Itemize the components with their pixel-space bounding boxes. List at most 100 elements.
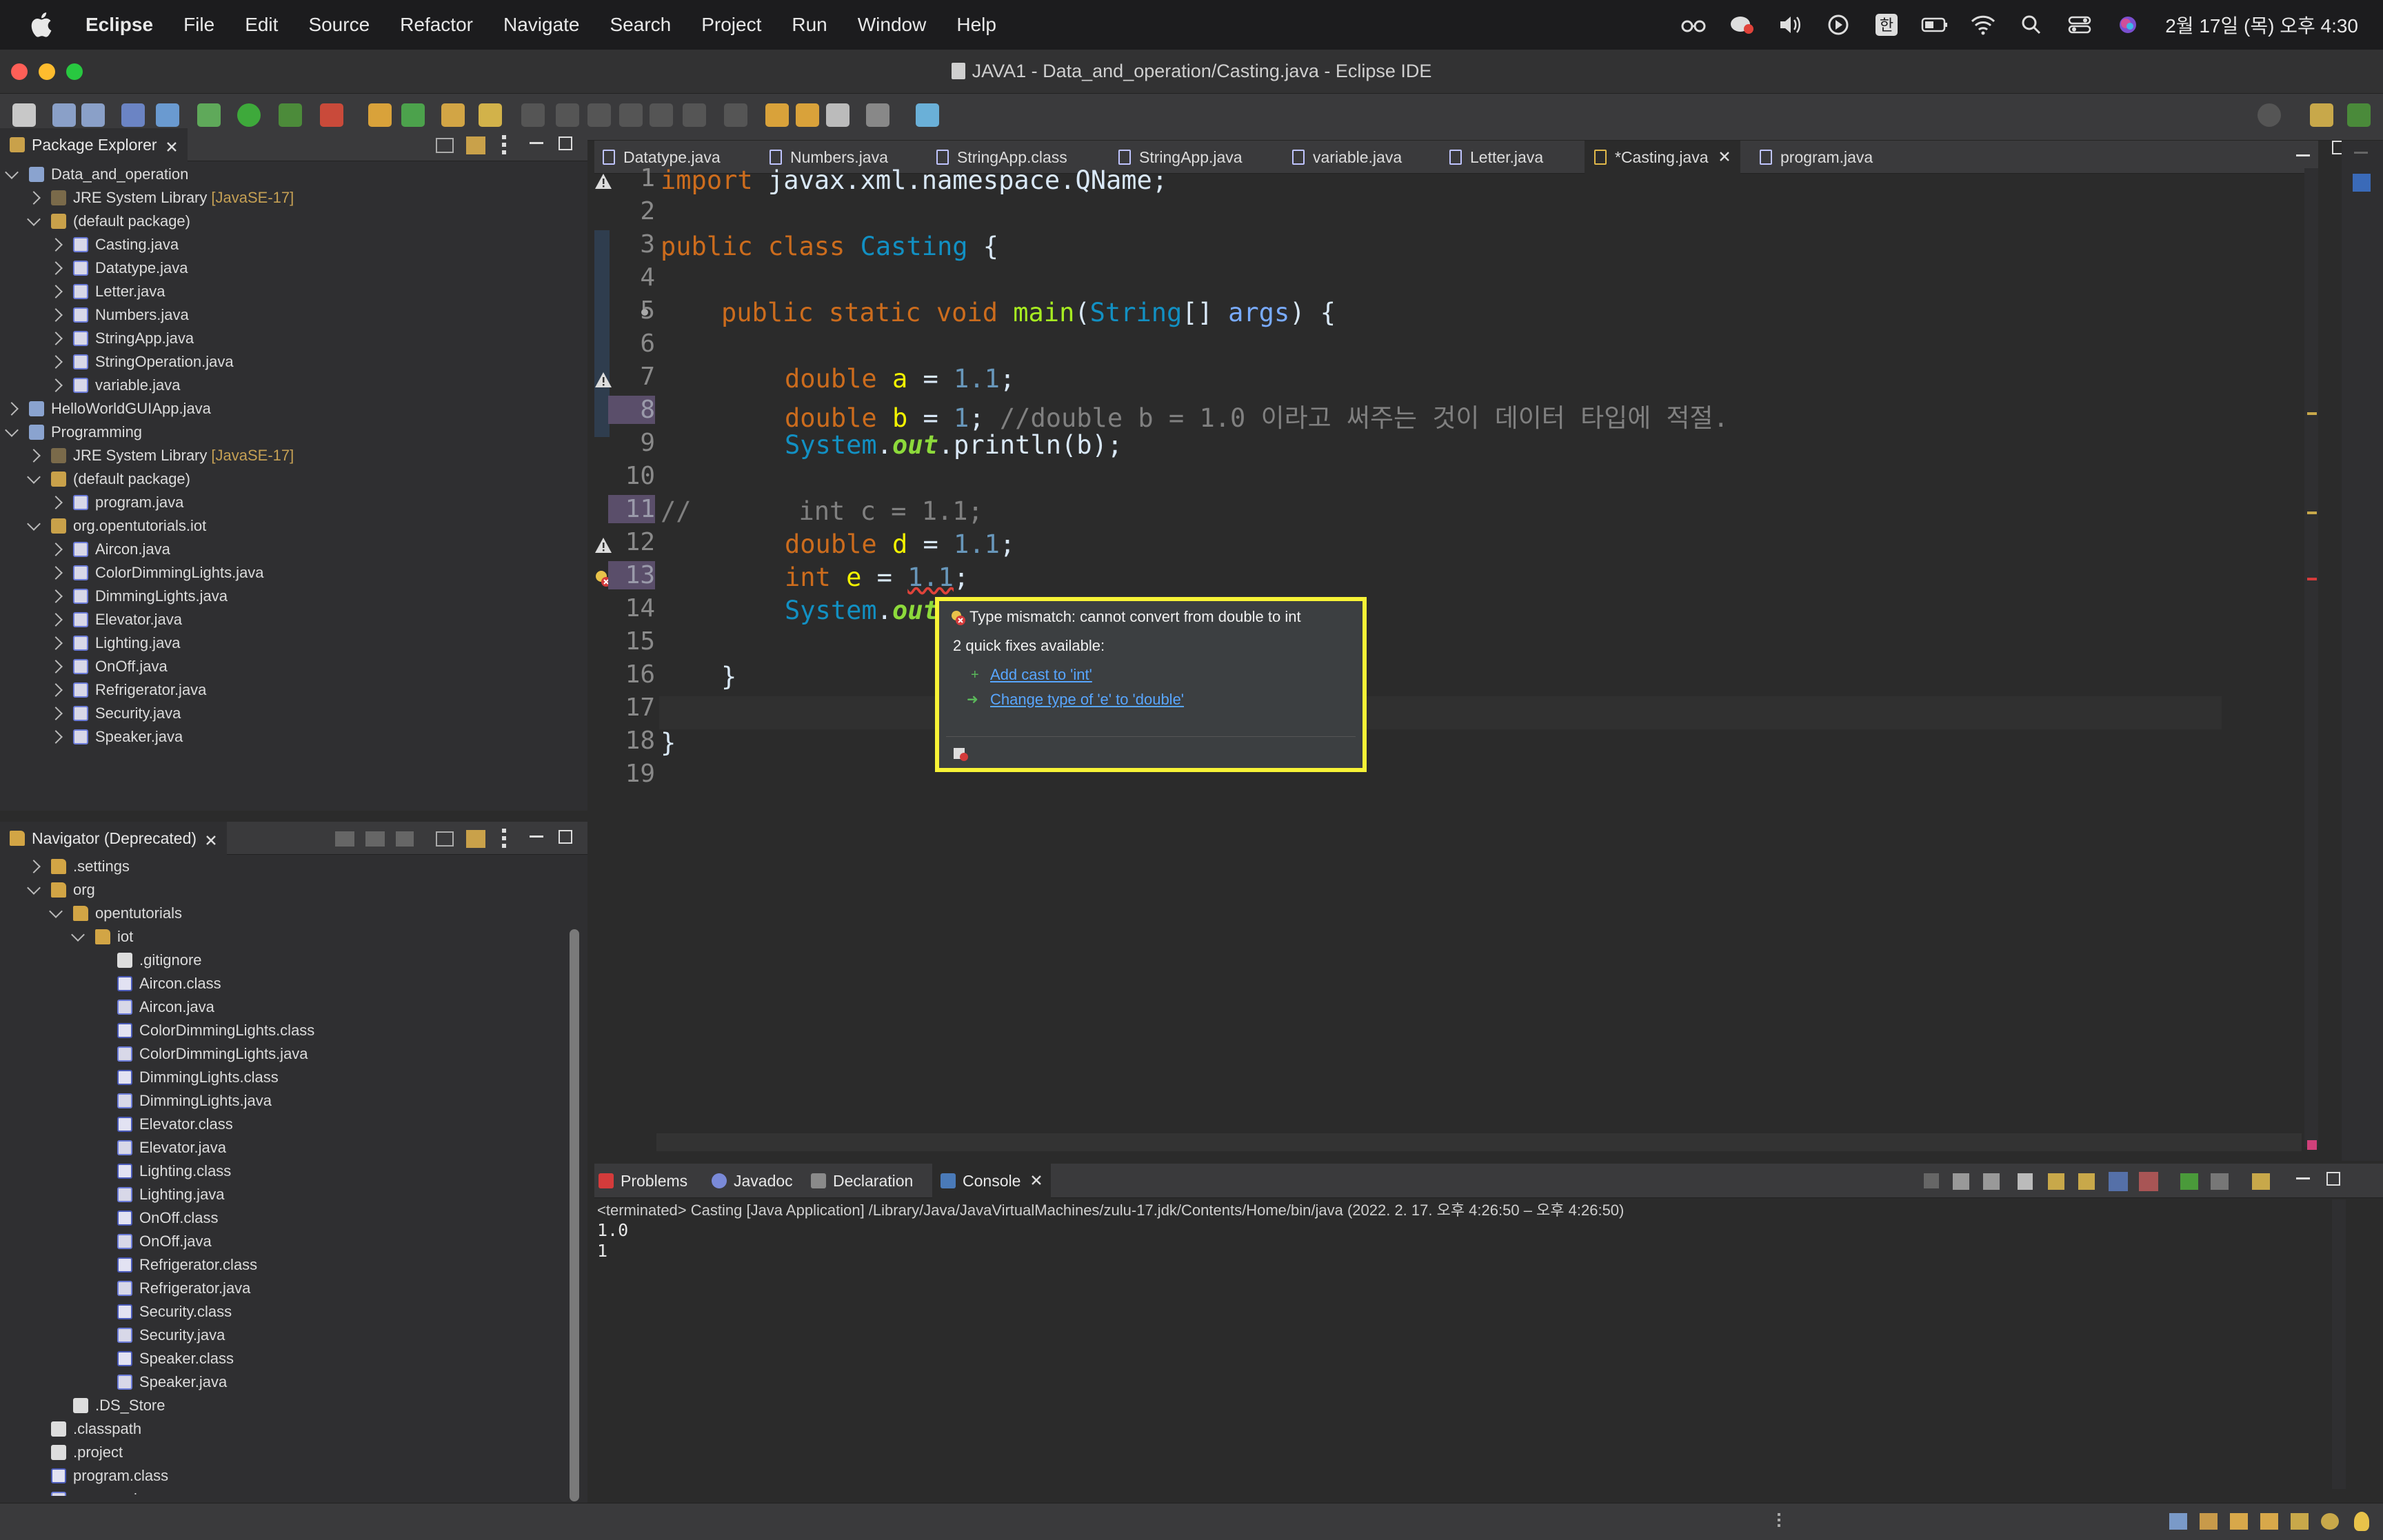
tree-item[interactable]: program.java	[49, 491, 183, 514]
tab-problems[interactable]: Problems	[599, 1164, 687, 1198]
show-whitespace-icon[interactable]	[650, 103, 673, 127]
remove-launch-icon[interactable]	[1953, 1173, 1969, 1190]
forward-arrow-icon[interactable]	[866, 103, 889, 127]
tab-casting-java[interactable]: *Casting.java	[1585, 141, 1740, 174]
open-perspective-icon[interactable]	[2310, 103, 2333, 127]
status-tool-icon[interactable]	[2321, 1513, 2339, 1530]
status-tool-icon[interactable]	[2230, 1513, 2248, 1530]
tree-item[interactable]: org	[27, 878, 95, 902]
chevron-right-icon[interactable]	[49, 730, 63, 744]
menubar-clock[interactable]: 2월 17일 (목) 오후 4:30	[2165, 11, 2358, 39]
tree-item[interactable]: DimmingLights.java	[95, 1089, 272, 1113]
back-arrow-icon[interactable]	[826, 103, 849, 127]
chevron-right-icon[interactable]	[49, 378, 63, 392]
tab-console[interactable]: Console	[932, 1164, 1052, 1198]
code-line-18[interactable]: }	[661, 728, 676, 758]
wifi-icon[interactable]	[1969, 12, 1997, 37]
code-line-14[interactable]: System.out	[785, 596, 938, 625]
close-icon[interactable]	[165, 139, 178, 152]
tab-navigator[interactable]: Navigator (Deprecated)	[0, 822, 228, 855]
annotation-icon[interactable]	[556, 103, 579, 127]
up-icon[interactable]	[396, 831, 414, 847]
show-on-output-icon[interactable]	[2078, 1173, 2095, 1190]
tree-item[interactable]: .project	[29, 1441, 123, 1464]
terminate-icon[interactable]	[1924, 1173, 1939, 1188]
minimize-editor-icon[interactable]	[2296, 154, 2310, 156]
tree-item[interactable]: iot	[71, 925, 133, 949]
app-menu-eclipse[interactable]: Eclipse	[86, 14, 153, 36]
word-wrap-icon[interactable]	[619, 103, 643, 127]
error-summary-marker[interactable]	[2307, 1140, 2317, 1150]
chevron-right-icon[interactable]	[49, 261, 63, 275]
tree-item[interactable]: Casting.java	[49, 233, 179, 256]
chevron-down-icon[interactable]	[5, 423, 19, 437]
tree-item[interactable]: StringApp.java	[49, 327, 194, 350]
warning-marker[interactable]	[2307, 511, 2317, 514]
link-with-editor-icon[interactable]	[466, 830, 485, 848]
volume-icon[interactable]	[1776, 12, 1804, 37]
tree-item[interactable]: Elevator.class	[95, 1113, 233, 1136]
terminal-icon[interactable]	[121, 103, 145, 127]
chevron-down-icon[interactable]	[27, 212, 41, 226]
status-tool-icon[interactable]	[2291, 1513, 2309, 1530]
tree-item[interactable]: Speaker.java	[95, 1370, 227, 1394]
code-line-16[interactable]: }	[721, 662, 736, 691]
forward-icon[interactable]	[365, 831, 385, 847]
code-line-7[interactable]: double a = 1.1;	[785, 364, 1015, 394]
back-icon[interactable]	[335, 831, 354, 847]
chevron-right-icon[interactable]	[27, 860, 41, 873]
menu-edit[interactable]: Edit	[245, 14, 278, 36]
chevron-right-icon[interactable]	[27, 449, 41, 463]
tree-item[interactable]: Aircon.java	[95, 995, 214, 1019]
tree-item[interactable]: Datatype.java	[49, 256, 188, 280]
navigator-scrollbar[interactable]	[570, 929, 579, 1501]
show-stdout-icon[interactable]	[2109, 1172, 2128, 1191]
menu-navigate[interactable]: Navigate	[503, 14, 580, 36]
tab-letter-java[interactable]: Letter.java	[1449, 141, 1543, 174]
code-line-9[interactable]: System.out.println(b);	[785, 430, 1123, 460]
tab-declaration[interactable]: Declaration	[811, 1164, 913, 1198]
tree-item[interactable]: ColorDimmingLights.class	[95, 1019, 314, 1042]
tree-item[interactable]: Letter.java	[49, 280, 165, 303]
status-tool-icon[interactable]	[2200, 1513, 2218, 1530]
tree-item[interactable]: program.java	[29, 1488, 161, 1496]
status-tool-icon[interactable]	[2169, 1513, 2187, 1530]
battery-icon[interactable]	[1921, 12, 1949, 37]
chevron-right-icon[interactable]	[49, 683, 63, 697]
save-icon[interactable]	[52, 103, 76, 127]
tree-item[interactable]: ColorDimmingLights.java	[95, 1042, 308, 1066]
block-selection-icon[interactable]	[587, 103, 611, 127]
tree-item[interactable]: opentutorials	[49, 902, 182, 925]
quick-fix-add-cast[interactable]: Add cast to 'int'	[990, 666, 1092, 684]
tree-item[interactable]: Lighting.java	[95, 1183, 225, 1206]
word-wrap-icon[interactable]	[2048, 1173, 2064, 1190]
trim-restore-icon[interactable]	[2354, 152, 2368, 154]
menu-project[interactable]: Project	[701, 14, 761, 36]
tip-of-day-icon[interactable]	[2354, 1512, 2369, 1531]
menu-search[interactable]: Search	[610, 14, 672, 36]
tree-item[interactable]: Aircon.class	[95, 972, 221, 995]
open-type-icon[interactable]	[441, 103, 465, 127]
pencil-icon[interactable]	[479, 103, 502, 127]
last-edit-location-icon[interactable]	[765, 103, 789, 127]
quick-fix-change-type[interactable]: Change type of 'e' to 'double'	[990, 691, 1184, 709]
chevron-down-icon[interactable]	[27, 470, 41, 484]
new-java-class-icon[interactable]	[401, 103, 425, 127]
skip-breakpoints-icon[interactable]	[156, 103, 179, 127]
chevron-down-icon[interactable]	[49, 904, 63, 918]
status-tool-icon[interactable]	[2260, 1513, 2278, 1530]
chevron-right-icon[interactable]	[49, 285, 63, 298]
code-line-5[interactable]: public static void main(String[] args) {	[721, 298, 1336, 327]
debug-icon[interactable]	[197, 103, 221, 127]
menu-file[interactable]: File	[183, 14, 214, 36]
chevron-right-icon[interactable]	[49, 613, 63, 627]
tree-item[interactable]: Data_and_operation	[5, 163, 188, 186]
open-console-icon[interactable]	[2252, 1173, 2270, 1190]
overview-ruler[interactable]	[2304, 168, 2318, 1147]
chevron-right-icon[interactable]	[49, 332, 63, 345]
tree-item[interactable]: (default package)	[27, 467, 190, 491]
chevron-right-icon[interactable]	[49, 496, 63, 509]
tree-item[interactable]: Refrigerator.java	[49, 678, 206, 702]
view-menu-icon[interactable]	[502, 135, 506, 154]
collapse-all-icon[interactable]	[436, 138, 454, 153]
